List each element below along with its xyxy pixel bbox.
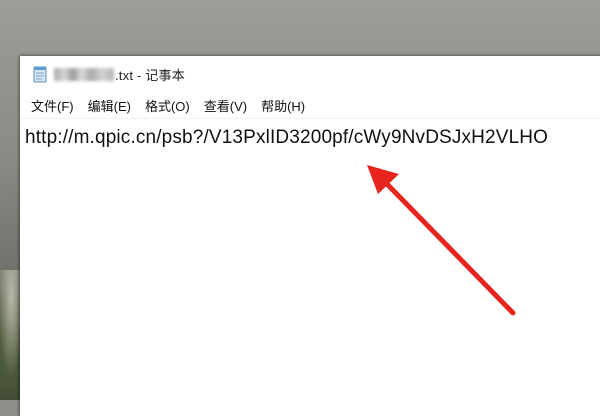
menu-format[interactable]: 格式(O) [138, 93, 197, 118]
window-title: .txt - 记事本 [115, 67, 185, 83]
text-editor-area[interactable]: http://m.qpic.cn/psb?/V13PxlID3200pf/cWy… [20, 118, 600, 416]
menu-help[interactable]: 帮助(H) [254, 93, 312, 118]
notepad-window: .txt - 记事本 文件(F) 编辑(E) 格式(O) 查看(V) 帮助(H)… [20, 56, 600, 416]
editor-content[interactable]: http://m.qpic.cn/psb?/V13PxlID3200pf/cWy… [25, 127, 548, 149]
title-bar[interactable]: .txt - 记事本 [20, 56, 600, 92]
menu-edit[interactable]: 编辑(E) [81, 93, 138, 118]
menu-bar: 文件(F) 编辑(E) 格式(O) 查看(V) 帮助(H) [20, 92, 600, 118]
notepad-icon [32, 65, 48, 83]
menu-view[interactable]: 查看(V) [197, 93, 254, 118]
menu-file[interactable]: 文件(F) [24, 93, 81, 118]
blurred-filename [54, 67, 114, 81]
